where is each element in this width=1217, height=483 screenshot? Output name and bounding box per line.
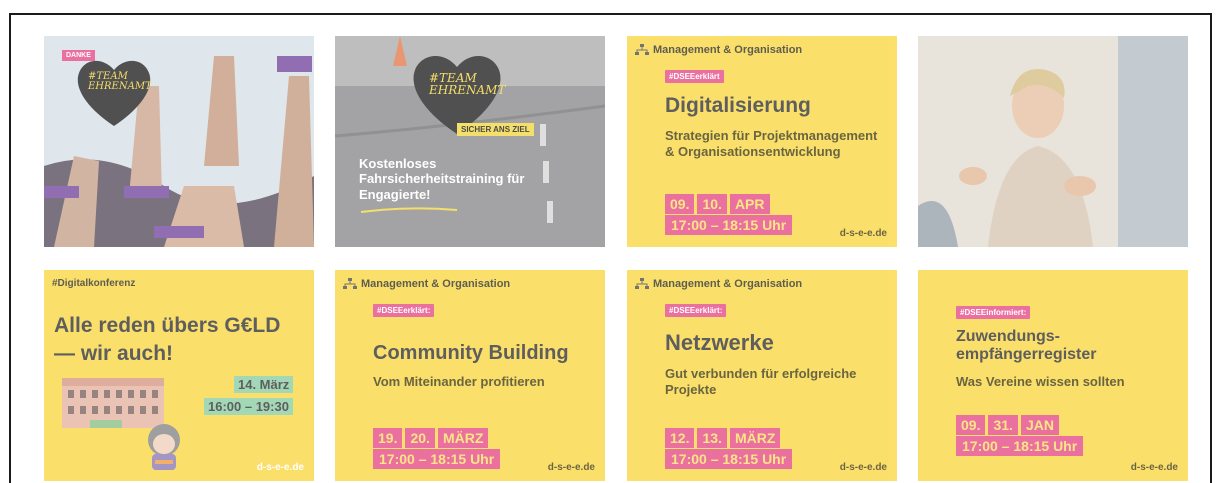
site-domain: d-s-e-e.de bbox=[839, 462, 887, 473]
heart-text: #TEAM EHRENAMT bbox=[88, 71, 152, 92]
hashtag-badge: #DSEEerklärt bbox=[665, 70, 724, 83]
date-chip: 31. bbox=[988, 415, 1018, 435]
category-text: Management & Organisation bbox=[653, 278, 803, 290]
date-chip: 10. bbox=[697, 194, 727, 214]
category-label: Management & Organisation bbox=[635, 44, 802, 56]
category-label: Management & Organisation bbox=[635, 278, 802, 290]
date-chip: JAN bbox=[1020, 415, 1059, 435]
event-time: 17:00 – 18:15 Uhr bbox=[956, 436, 1084, 456]
post-tile-team-ehrenamt-danke[interactable]: DANKE #TEAM EHRENAMT bbox=[44, 36, 314, 247]
post-subtitle: Strategien für Projektmanagement & Organ… bbox=[665, 128, 878, 160]
date-chip: MÄRZ bbox=[437, 428, 489, 448]
org-chart-icon bbox=[635, 44, 649, 55]
post-subtitle: Vom Miteinander profitieren bbox=[373, 374, 545, 389]
underline-swoosh-icon bbox=[360, 207, 458, 213]
event-dates: 19. 20. MÄRZ bbox=[373, 428, 489, 448]
heart-logo-icon bbox=[77, 60, 151, 126]
category-label: Management & Organisation bbox=[343, 278, 510, 290]
training-caption: Kostenloses Fahrsicherheitstraining für … bbox=[359, 156, 525, 202]
site-domain: d-s-e-e.de bbox=[547, 462, 595, 473]
hashtag-badge: #DSEEerklärt: bbox=[373, 304, 435, 317]
post-tile-digitalkonferenz[interactable]: #Digitalkonferenz Alle reden übers G€LD … bbox=[44, 270, 314, 481]
post-tile-fahrsicherheitstraining[interactable]: #TEAM EHRENAMT SICHER ANS ZIEL Kostenlos… bbox=[335, 36, 605, 247]
post-tile-digitalisierung[interactable]: Management & Organisation #DSEEerklärt D… bbox=[627, 36, 897, 247]
title-line-1: Alle reden übers G€LD bbox=[54, 314, 281, 337]
sicher-ans-ziel-badge: SICHER ANS ZIEL bbox=[457, 123, 534, 136]
org-chart-icon bbox=[343, 278, 357, 289]
speaker-photo bbox=[918, 36, 1188, 247]
date-chip: 09. bbox=[665, 194, 695, 214]
heart-text: #TEAM EHRENAMT bbox=[429, 71, 506, 97]
post-tile-speaker-photo[interactable] bbox=[918, 36, 1188, 247]
date-chip: 12. bbox=[665, 428, 695, 448]
post-title: Netzwerke bbox=[665, 330, 774, 355]
post-title: Community Building bbox=[373, 342, 569, 364]
mascot-icon bbox=[148, 424, 180, 470]
date-chip: 19. bbox=[373, 428, 403, 448]
org-chart-icon bbox=[635, 278, 649, 289]
category-text: Management & Organisation bbox=[361, 278, 511, 290]
post-title: Zuwendungs-empfängerregister bbox=[956, 328, 1097, 364]
date-chip: MÄRZ bbox=[729, 428, 781, 448]
event-dates: 09. 31. JAN bbox=[956, 415, 1059, 435]
hashtag-label: #Digitalkonferenz bbox=[52, 278, 136, 289]
event-time: 16:00 – 19:30 bbox=[204, 398, 293, 415]
post-tile-netzwerke[interactable]: Management & Organisation #DSEEerklärt: … bbox=[627, 270, 897, 481]
event-date: 14. März bbox=[234, 376, 294, 393]
event-time: 17:00 – 18:15 Uhr bbox=[665, 215, 793, 235]
hashtag-badge: #DSEEerklärt: bbox=[665, 304, 727, 317]
category-text: Management & Organisation bbox=[653, 44, 803, 56]
event-time: 17:00 – 18:15 Uhr bbox=[665, 449, 793, 469]
date-chip: 13. bbox=[697, 428, 727, 448]
event-dates: 09. 10. APR bbox=[665, 194, 770, 214]
event-time: 17:00 – 18:15 Uhr bbox=[373, 449, 501, 469]
site-domain: d-s-e-e.de bbox=[1130, 462, 1178, 473]
post-subtitle: Gut verbunden für erfolgreiche Projekte bbox=[665, 366, 857, 398]
date-chip: APR bbox=[729, 194, 770, 214]
post-subtitle: Was Vereine wissen sollten bbox=[956, 374, 1125, 389]
hashtag-badge: #DSEEinformiert: bbox=[956, 306, 1031, 319]
date-chip: 09. bbox=[956, 415, 986, 435]
post-tile-zuwendungsempfaengerregister[interactable]: #DSEEinformiert: Zuwendungs-empfängerreg… bbox=[918, 270, 1188, 481]
site-domain: d-s-e-e.de bbox=[839, 228, 887, 239]
date-chip: 20. bbox=[405, 428, 435, 448]
site-domain: d-s-e-e.de bbox=[256, 462, 304, 473]
post-tile-community-building[interactable]: Management & Organisation #DSEEerklärt: … bbox=[335, 270, 605, 481]
post-title: Digitalisierung bbox=[665, 94, 811, 117]
event-dates: 12. 13. MÄRZ bbox=[665, 428, 781, 448]
title-line-2: — wir auch! bbox=[54, 342, 174, 365]
